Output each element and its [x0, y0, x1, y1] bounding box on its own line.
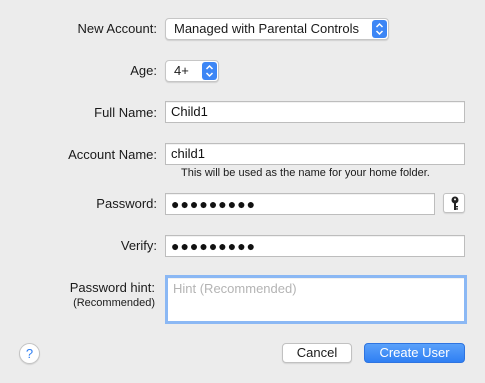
age-value: 4+	[174, 63, 189, 78]
age-popup[interactable]: 4+	[165, 60, 219, 82]
new-account-label: New Account:	[77, 21, 158, 36]
password-field[interactable]: ●●●●●●●●●	[165, 193, 435, 215]
new-account-value: Managed with Parental Controls	[174, 21, 359, 36]
verify-label: Verify:	[120, 238, 157, 253]
password-hint-sublabel: (Recommended)	[73, 297, 155, 309]
create-user-button[interactable]: Create User	[364, 343, 465, 363]
password-hint-field[interactable]: Hint (Recommended)	[165, 275, 467, 324]
verify-field[interactable]: ●●●●●●●●●	[165, 235, 465, 257]
password-hint-label: Password hint:	[69, 280, 155, 295]
age-label: Age:	[130, 63, 157, 78]
question-mark-icon: ?	[25, 346, 34, 361]
password-label: Password:	[96, 196, 157, 211]
cancel-button[interactable]: Cancel	[282, 343, 352, 363]
home-folder-note: This will be used as the name for your h…	[181, 167, 430, 179]
key-icon	[451, 196, 459, 210]
updown-chevron-icon	[372, 20, 387, 38]
account-name-field[interactable]: child1	[165, 143, 465, 165]
full-name-field[interactable]: Child1	[165, 101, 465, 123]
account-name-label: Account Name:	[68, 147, 157, 162]
updown-chevron-icon	[202, 62, 217, 80]
password-hint-placeholder: Hint (Recommended)	[173, 281, 297, 296]
help-button[interactable]: ?	[19, 343, 40, 364]
new-account-popup[interactable]: Managed with Parental Controls	[165, 18, 389, 40]
full-name-label: Full Name:	[94, 105, 157, 120]
password-assistant-button[interactable]	[443, 193, 465, 213]
